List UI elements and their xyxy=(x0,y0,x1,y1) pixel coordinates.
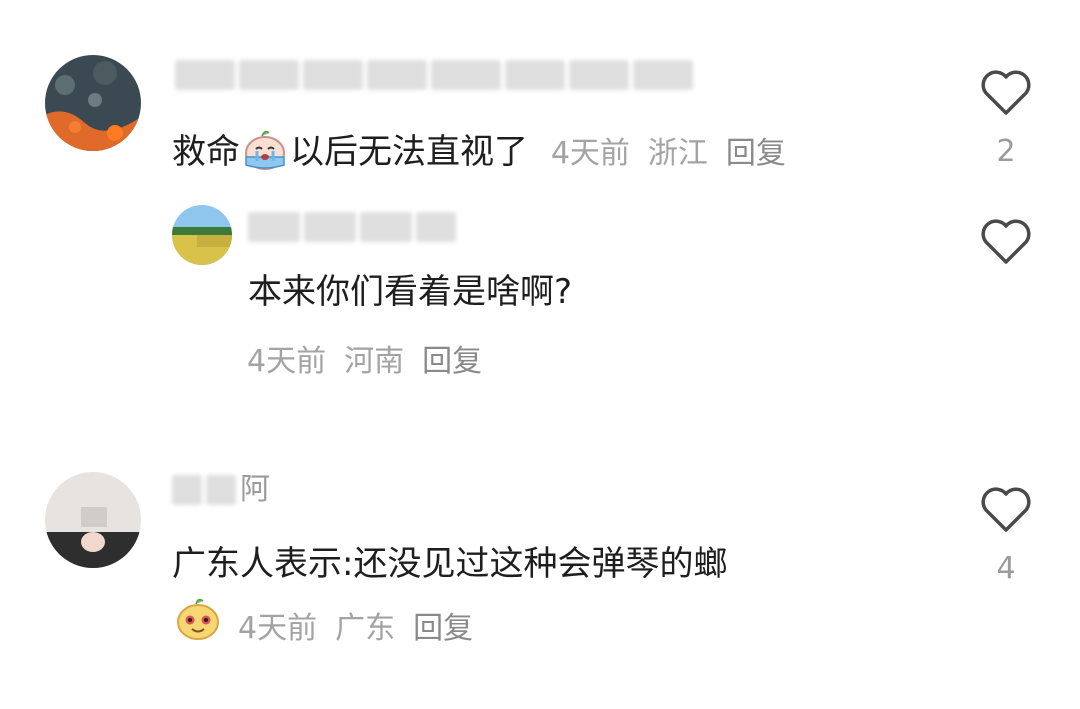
reply-button[interactable]: 回复 xyxy=(413,611,473,646)
avatar[interactable] xyxy=(45,472,141,568)
comment-time: 4天前 xyxy=(550,136,630,171)
crying-face-sticker-icon xyxy=(240,127,290,180)
like-button[interactable] xyxy=(978,214,1034,270)
comment-location: 浙江 xyxy=(647,136,708,171)
comment-meta: 4天前 广东 回复 xyxy=(238,603,473,647)
comment-text-part: 以后无法直视了 xyxy=(290,132,528,172)
reply-button[interactable]: 回复 xyxy=(726,136,786,171)
comment-text: 广东人表示:还没见过这种会弹琴的螂 xyxy=(172,544,728,584)
comment-text: 救命 以后无法直视了 4天前 浙江 回复 xyxy=(172,127,786,180)
like-count: 2 xyxy=(996,134,1016,169)
comment-time: 4天前 xyxy=(247,344,327,379)
username-blurred[interactable] xyxy=(248,212,456,242)
comment-location: 河南 xyxy=(344,344,405,379)
like-button[interactable] xyxy=(978,482,1034,538)
comment-location: 广东 xyxy=(335,611,396,646)
heart-icon xyxy=(981,487,1031,532)
avatar[interactable] xyxy=(45,55,141,151)
username-blurred[interactable] xyxy=(175,60,693,90)
comment-time: 4天前 xyxy=(238,611,318,646)
heart-icon xyxy=(981,219,1031,264)
like-count: 4 xyxy=(996,551,1016,586)
avatar[interactable] xyxy=(172,205,232,265)
like-button[interactable] xyxy=(978,65,1034,121)
comment-text: 本来你们看着是啥啊? xyxy=(248,272,573,312)
comment-text-part: 救命 xyxy=(172,132,240,172)
username-blurred[interactable]: 阿 xyxy=(172,475,270,505)
comment-meta: 4天前 河南 回复 xyxy=(247,336,482,380)
username-visible-part: 阿 xyxy=(240,472,270,507)
heart-icon xyxy=(981,70,1031,115)
sticker-icon xyxy=(174,594,222,642)
reply-button[interactable]: 回复 xyxy=(422,344,482,379)
